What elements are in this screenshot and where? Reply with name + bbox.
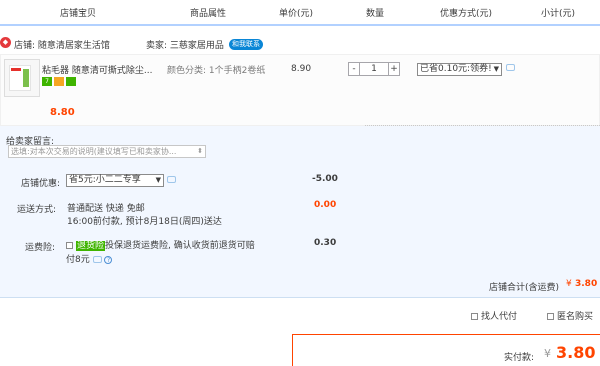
shipping-method: 普通配送 快递 免邮 [67, 204, 145, 214]
chevron-down-icon: ⬍ [197, 147, 203, 155]
actual-pay-currency: ¥ [544, 347, 551, 360]
col-discount: 优惠方式(元) [440, 9, 493, 19]
chat-icon[interactable] [167, 176, 176, 183]
actual-pay-label: 实付款: [504, 353, 535, 363]
unit-price: 8.90 [291, 64, 312, 74]
shop-name[interactable]: 店铺: 随意清居家生活馆 [14, 38, 110, 51]
col-props: 商品属性 [190, 9, 227, 19]
item-discount-select[interactable]: 已省0.10元:领券! ▼ [417, 63, 502, 76]
guarantee-badge-icon [66, 77, 76, 86]
column-header: 店铺宝贝 商品属性 单价(元) 数量 优惠方式(元) 小计(元) [0, 0, 600, 26]
shipping-eta: 16:00前付款, 预计8月18日(周四)送达 [67, 217, 222, 227]
chat-icon[interactable] [506, 64, 515, 71]
contact-label: 和我联系 [232, 40, 260, 48]
shop-discount-select[interactable]: 省5元:小二二专享 ▼ [66, 174, 164, 187]
contact-seller-button[interactable]: 和我联系 [229, 39, 263, 50]
service-badge-icon: 7 [42, 77, 52, 86]
help-icon[interactable]: ? [104, 256, 113, 264]
anonymous-checkbox[interactable] [547, 313, 554, 320]
item-title[interactable]: 粘毛器 随意清可撕式除尘... [42, 63, 152, 76]
shop-discount-amount: -5.00 [312, 174, 338, 184]
credit-badge-icon [54, 77, 64, 86]
item-subtotal: 8.80 [50, 107, 75, 118]
shop-discount-label: 店铺优惠: [21, 179, 61, 189]
col-subtotal: 小计(元) [541, 9, 576, 19]
shipping-label: 运送方式: [17, 205, 57, 215]
shop-total-label: 店铺合计(含运费) [489, 283, 560, 293]
proxy-pay-option[interactable]: 找人代付 [471, 309, 517, 322]
item-thumbnail[interactable] [4, 59, 40, 97]
shop-badge-icon: ◆ [0, 37, 11, 48]
shop-total-value: 3.80 [575, 279, 598, 289]
col-price: 单价(元) [279, 9, 314, 19]
anonymous-option[interactable]: 匿名购买 [547, 309, 593, 322]
col-qty: 数量 [366, 9, 385, 19]
qty-input[interactable]: 1 [360, 62, 388, 76]
shipping-amount: 0.00 [314, 200, 337, 210]
insurance-line2: 付8元 ? [66, 252, 113, 265]
seller-name[interactable]: 卖家: 三慈家居用品 [146, 38, 224, 51]
item-props: 颜色分类: 1个手柄2卷纸 [167, 66, 266, 76]
shop-total-currency: ¥ [566, 279, 572, 289]
chevron-down-icon: ▼ [155, 176, 161, 184]
qty-minus-button[interactable]: - [348, 62, 360, 76]
proxy-pay-checkbox[interactable] [471, 313, 478, 320]
actual-pay-value: 3.80 [556, 343, 596, 362]
qty-plus-button[interactable]: + [388, 62, 400, 76]
actual-pay-box [292, 334, 600, 366]
chevron-down-icon: ▼ [493, 65, 499, 73]
insurance-amount: 0.30 [314, 238, 337, 248]
insurance-checkbox[interactable] [66, 242, 73, 249]
quantity-stepper: - 1 + [348, 62, 400, 76]
insurance-label: 运费险: [25, 243, 56, 253]
insurance-text: 投保退货运费险, 确认收货前退货可赔 [105, 241, 255, 251]
shop-row: ◆ 店铺: 随意清居家生活馆 卖家: 三慈家居用品 和我联系 [0, 34, 600, 54]
col-shop-item: 店铺宝贝 [60, 9, 97, 19]
insurance-option: 退货险投保退货运费险, 确认收货前退货可赔 [66, 238, 255, 251]
insurance-highlight: 退货险 [76, 241, 106, 251]
message-input[interactable]: 选填:对本次交易的说明(建议填写已和卖家协... ⬍ [8, 145, 206, 158]
chat-icon[interactable] [92, 256, 102, 263]
